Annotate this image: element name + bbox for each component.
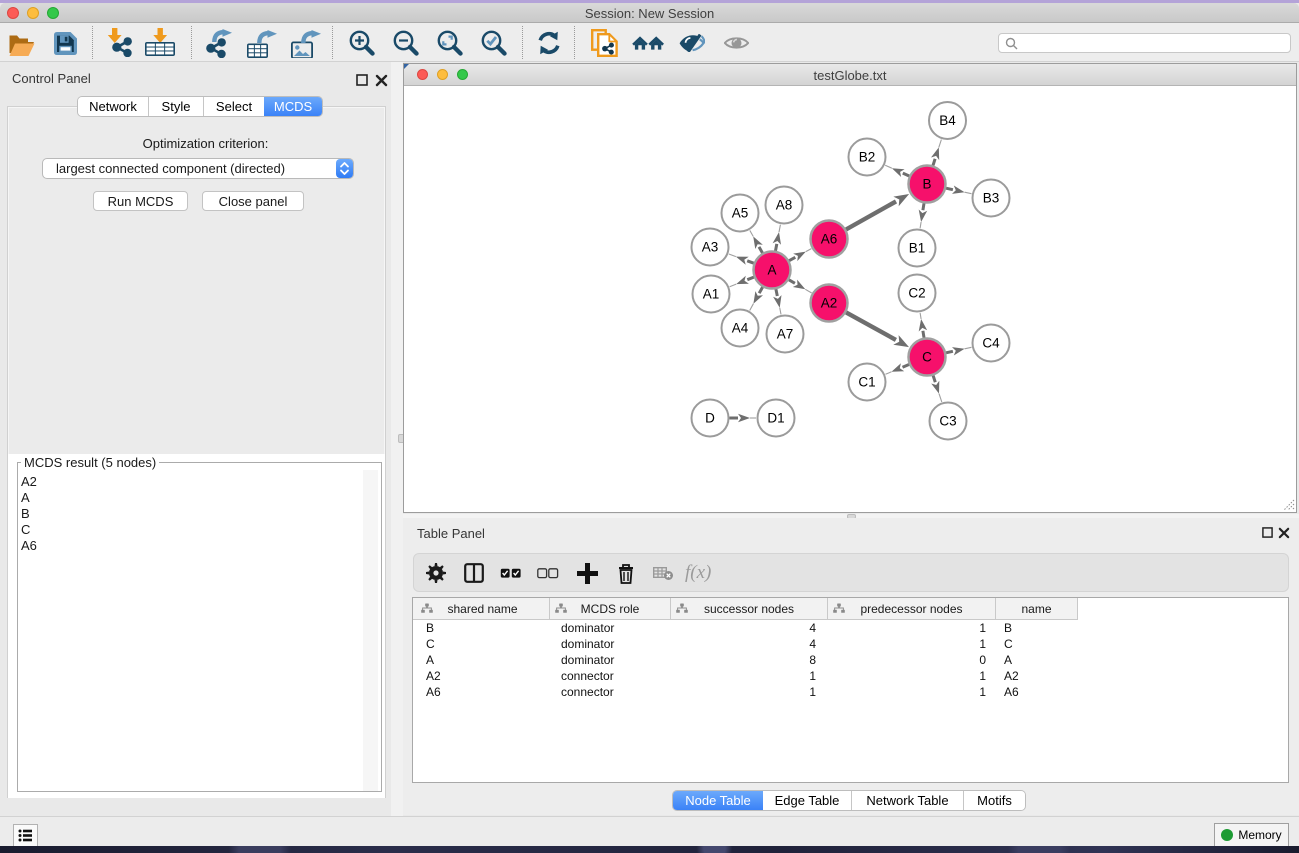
- svg-text:C4: C4: [982, 336, 1000, 351]
- svg-text:A5: A5: [732, 206, 749, 221]
- svg-text:D: D: [705, 411, 715, 426]
- svg-text:A6: A6: [821, 232, 838, 247]
- svg-text:A8: A8: [776, 198, 793, 213]
- svg-text:A3: A3: [702, 240, 719, 255]
- svg-text:C1: C1: [858, 375, 875, 390]
- svg-text:B4: B4: [939, 113, 956, 128]
- svg-text:C: C: [922, 350, 932, 365]
- svg-text:C3: C3: [939, 414, 956, 429]
- svg-text:D1: D1: [767, 411, 784, 426]
- svg-text:B: B: [922, 177, 931, 192]
- svg-text:A4: A4: [732, 321, 749, 336]
- svg-text:B1: B1: [909, 241, 926, 256]
- svg-text:A7: A7: [777, 327, 794, 342]
- svg-text:A: A: [767, 263, 776, 278]
- svg-text:B2: B2: [859, 150, 876, 165]
- svg-text:C2: C2: [908, 286, 925, 301]
- svg-text:f(x): f(x): [685, 563, 711, 583]
- svg-text:B3: B3: [983, 191, 1000, 206]
- svg-text:A1: A1: [703, 287, 720, 302]
- svg-text:A2: A2: [821, 296, 838, 311]
